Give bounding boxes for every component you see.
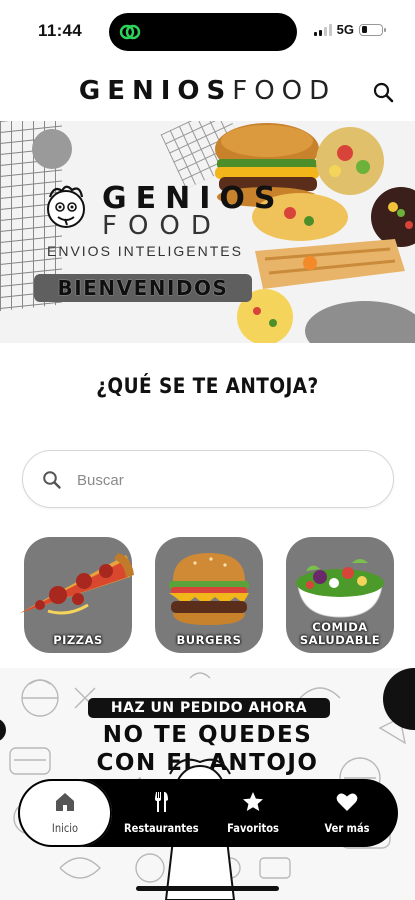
- bottom-navigation: Inicio Restaurantes Favoritos Ver más: [18, 779, 398, 847]
- dynamic-island: [109, 13, 297, 51]
- category-label: PIZZAS: [53, 633, 103, 647]
- app-header: GENIOSFOOD: [0, 68, 415, 118]
- heart-icon: [336, 793, 358, 811]
- nav-label: Inicio: [51, 821, 79, 835]
- hero-tagline: ENVIOS INTELIGENTES: [47, 243, 243, 259]
- home-indicator[interactable]: [136, 886, 279, 891]
- network-label: 5G: [336, 22, 354, 37]
- burger-icon: [169, 553, 249, 625]
- brand-logo: GENIOSFOOD: [0, 76, 415, 106]
- status-bar: 11:44 5G: [0, 0, 415, 62]
- nav-label: Ver más: [324, 821, 370, 835]
- star-icon: [243, 792, 263, 811]
- home-icon: [56, 793, 74, 811]
- search-icon[interactable]: [371, 80, 397, 106]
- search-input[interactable]: [77, 465, 377, 495]
- category-label-line2: SALUDABLE: [299, 633, 381, 647]
- decorative-circle: [32, 129, 72, 169]
- battery-icon: [359, 23, 386, 36]
- category-pizzas[interactable]: PIZZAS: [20, 537, 134, 653]
- hero-banner[interactable]: GENIOS FOOD ENVIOS INTELIGENTES BIENVENI…: [0, 121, 415, 343]
- category-label: BURGERS: [176, 633, 242, 647]
- hero-title-secondary: FOOD: [102, 211, 222, 241]
- welcome-badge: BIENVENIDOS: [34, 274, 252, 302]
- brand-light: FOOD: [232, 76, 337, 106]
- section-title: ¿QUÉ SE TE ANTOJA?: [96, 374, 319, 398]
- battery-level: [361, 26, 368, 33]
- promo-pill: HAZ UN PEDIDO AHORA: [88, 698, 330, 718]
- welcome-text: BIENVENIDOS: [57, 276, 229, 300]
- category-list: PIZZAS BURGERS COMIDA SALUDABLE: [0, 537, 415, 657]
- status-indicators: 5G: [313, 22, 386, 37]
- nav-item-restaurantes[interactable]: Restaurantes: [118, 779, 204, 847]
- genius-mascot-logo: [47, 185, 85, 228]
- category-healthy[interactable]: COMIDA SALUDABLE: [286, 537, 394, 653]
- promo-headline: NO TE QUEDES: [102, 722, 313, 748]
- category-label: COMIDA SALUDABLE: [286, 621, 394, 647]
- food-collage-image: [215, 123, 415, 343]
- nav-item-inicio[interactable]: Inicio: [18, 779, 112, 847]
- nav-label: Favoritos: [227, 821, 279, 835]
- salad-icon: [296, 559, 384, 618]
- signal-icon: [313, 23, 332, 36]
- nav-item-favoritos[interactable]: Favoritos: [210, 779, 296, 847]
- brand-bold: GENIOS: [78, 76, 233, 106]
- link-indicator-icon: [119, 24, 141, 40]
- category-burgers[interactable]: BURGERS: [155, 537, 263, 653]
- pizza-icon: [20, 553, 134, 615]
- nav-item-ver-mas[interactable]: Ver más: [304, 779, 390, 847]
- nav-label: Restaurantes: [124, 821, 199, 835]
- search-icon: [43, 471, 61, 489]
- status-time: 11:44: [38, 21, 83, 40]
- fork-knife-icon: [155, 792, 168, 812]
- search-bar[interactable]: [22, 450, 394, 508]
